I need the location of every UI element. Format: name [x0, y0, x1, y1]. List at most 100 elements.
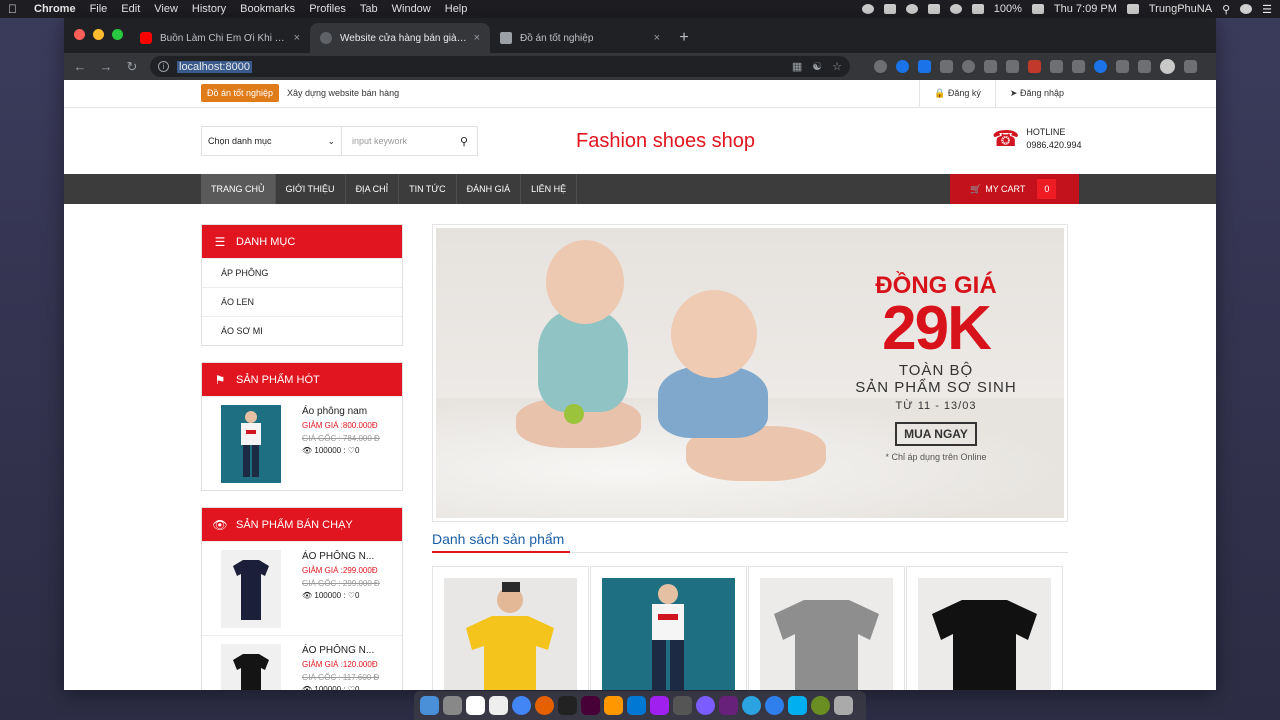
telegram-tray-icon[interactable]: [927, 4, 940, 14]
category-item[interactable]: ÁP PHÔNG: [202, 258, 402, 287]
nav-address[interactable]: ĐỊA CHỈ: [346, 174, 400, 204]
extension-icon[interactable]: [1072, 60, 1085, 73]
menu-history[interactable]: History: [192, 3, 226, 15]
nav-news[interactable]: TIN TỨC: [399, 174, 457, 204]
new-tab-button[interactable]: +: [670, 23, 698, 53]
siri-icon[interactable]: [1240, 4, 1253, 14]
login-link[interactable]: ➤ Đăng nhập: [994, 80, 1078, 108]
register-link[interactable]: 🔒 Đăng ký: [919, 80, 995, 108]
product-card[interactable]: [906, 566, 1063, 690]
zoom-window-button[interactable]: [112, 29, 123, 40]
battery-icon[interactable]: [1031, 4, 1044, 14]
adblock-icon[interactable]: [1028, 60, 1041, 73]
messenger-icon[interactable]: [696, 696, 715, 715]
product-thumbnail[interactable]: [221, 550, 281, 628]
url-text[interactable]: localhost:8000: [177, 60, 252, 73]
launchpad-icon[interactable]: [443, 696, 462, 715]
puzzle-icon[interactable]: [1116, 60, 1129, 73]
visual-studio-icon[interactable]: [719, 696, 738, 715]
app-icon[interactable]: [765, 696, 784, 715]
extension-icon[interactable]: [874, 60, 887, 73]
product-item[interactable]: Áo phông nam GIẢM GIÁ :800.000Đ GIÁ GỐC …: [202, 396, 402, 490]
close-tab-icon[interactable]: ×: [294, 32, 300, 44]
qr-code-icon[interactable]: ▦: [792, 60, 802, 73]
control-center-icon[interactable]: ☰: [1262, 3, 1272, 16]
menu-profiles[interactable]: Profiles: [309, 3, 346, 15]
product-thumbnail[interactable]: [221, 405, 281, 483]
back-icon[interactable]: ←: [72, 59, 88, 74]
finder-icon[interactable]: [420, 696, 439, 715]
category-item[interactable]: ÁO SƠ MI: [202, 316, 402, 345]
category-select[interactable]: Chọn danh mục ⌄: [202, 127, 342, 155]
banner-image[interactable]: ĐỒNG GIÁ 29K TOÀN BỘ SẢN PHẨM SƠ SINH TỪ…: [436, 228, 1064, 518]
tab-thesis[interactable]: Đồ án tốt nghiệp ×: [490, 23, 670, 53]
address-bar[interactable]: i localhost:8000 ▦ ☯ ☆: [150, 56, 850, 77]
app-icon[interactable]: [673, 696, 692, 715]
close-tab-icon[interactable]: ×: [654, 32, 660, 44]
close-tab-icon[interactable]: ×: [474, 32, 480, 44]
menu-user[interactable]: TrungPhuNA: [1149, 3, 1212, 15]
search-input[interactable]: input keywork: [342, 136, 451, 146]
nav-home[interactable]: TRANG CHỦ: [201, 174, 276, 204]
phpstorm-icon[interactable]: [650, 696, 669, 715]
info-icon[interactable]: i: [158, 61, 169, 72]
extension-icon[interactable]: [1094, 60, 1107, 73]
menu-window[interactable]: Window: [392, 3, 431, 15]
menu-edit[interactable]: Edit: [121, 3, 140, 15]
bluetooth-icon[interactable]: [949, 4, 962, 14]
product-image[interactable]: [602, 578, 735, 690]
category-item[interactable]: ÁO LEN: [202, 287, 402, 316]
vscode-icon[interactable]: [627, 696, 646, 715]
product-name[interactable]: ÁO PHÔNG N...: [302, 551, 374, 562]
chrome-icon[interactable]: [512, 696, 531, 715]
forward-icon[interactable]: →: [98, 59, 114, 74]
calendar-icon[interactable]: [466, 696, 485, 715]
menu-tab[interactable]: Tab: [360, 3, 378, 15]
apple-icon[interactable]: : [8, 2, 22, 16]
record-icon[interactable]: [861, 4, 874, 14]
promo-banner[interactable]: ĐỒNG GIÁ 29K TOÀN BỘ SẢN PHẨM SƠ SINH TỪ…: [432, 224, 1068, 522]
product-card[interactable]: [432, 566, 589, 690]
skype-icon[interactable]: [788, 696, 807, 715]
more-menu-icon[interactable]: [1184, 60, 1197, 73]
sync-icon[interactable]: [905, 4, 918, 14]
product-item[interactable]: ÁO PHÔNG N... GIẢM GIÁ :299.000Đ GIÁ GỐC…: [202, 541, 402, 635]
product-item[interactable]: ÁO PHÔNG N... GIẢM GIÁ :120.000Đ GIÁ GỐC…: [202, 635, 402, 690]
menu-app-name[interactable]: Chrome: [34, 3, 76, 15]
nav-reviews[interactable]: ĐÁNH GIÁ: [457, 174, 522, 204]
cart-button[interactable]: 🛒 MY CART 0: [950, 174, 1079, 204]
app-icon[interactable]: [811, 696, 830, 715]
product-image[interactable]: [918, 578, 1051, 690]
minimize-window-button[interactable]: [93, 29, 104, 40]
nav-about[interactable]: GIỚI THIỆU: [276, 174, 346, 204]
tab-youtube[interactable]: Buồn Làm Chi Em Ơi Khi Tình Yêu ×: [130, 23, 310, 53]
menu-help[interactable]: Help: [445, 3, 468, 15]
translate-icon[interactable]: ☯: [812, 60, 822, 73]
menu-clock[interactable]: Thu 7:09 PM: [1054, 3, 1117, 15]
extension-icon[interactable]: [896, 60, 909, 73]
project-badge[interactable]: Đồ án tốt nghiệp: [201, 84, 280, 102]
extension-icon[interactable]: [918, 60, 931, 73]
extension-icon[interactable]: [962, 60, 975, 73]
product-card[interactable]: [590, 566, 747, 690]
reading-list-icon[interactable]: [1138, 60, 1151, 73]
profile-avatar[interactable]: [1160, 59, 1175, 74]
product-card[interactable]: [748, 566, 905, 690]
firefox-icon[interactable]: [535, 696, 554, 715]
camera-icon[interactable]: [1006, 60, 1019, 73]
tab-shop[interactable]: Website cửa hàng bán giày online ×: [310, 23, 490, 53]
wifi-icon[interactable]: [971, 4, 984, 14]
site-brand[interactable]: Fashion shoes shop: [576, 130, 755, 153]
vpn-icon[interactable]: [883, 4, 896, 14]
product-thumbnail[interactable]: [221, 644, 281, 690]
trash-icon[interactable]: [834, 696, 853, 715]
extension-icon[interactable]: [984, 60, 997, 73]
bookmark-star-icon[interactable]: ☆: [832, 60, 842, 73]
menu-file[interactable]: File: [90, 3, 108, 15]
menu-bookmarks[interactable]: Bookmarks: [240, 3, 295, 15]
product-image[interactable]: [760, 578, 893, 690]
product-name[interactable]: Áo phông nam: [302, 406, 367, 417]
hotline-number[interactable]: 0986.420.994: [1026, 139, 1081, 152]
search-button[interactable]: ⚲: [451, 135, 477, 148]
product-name[interactable]: ÁO PHÔNG N...: [302, 645, 374, 656]
